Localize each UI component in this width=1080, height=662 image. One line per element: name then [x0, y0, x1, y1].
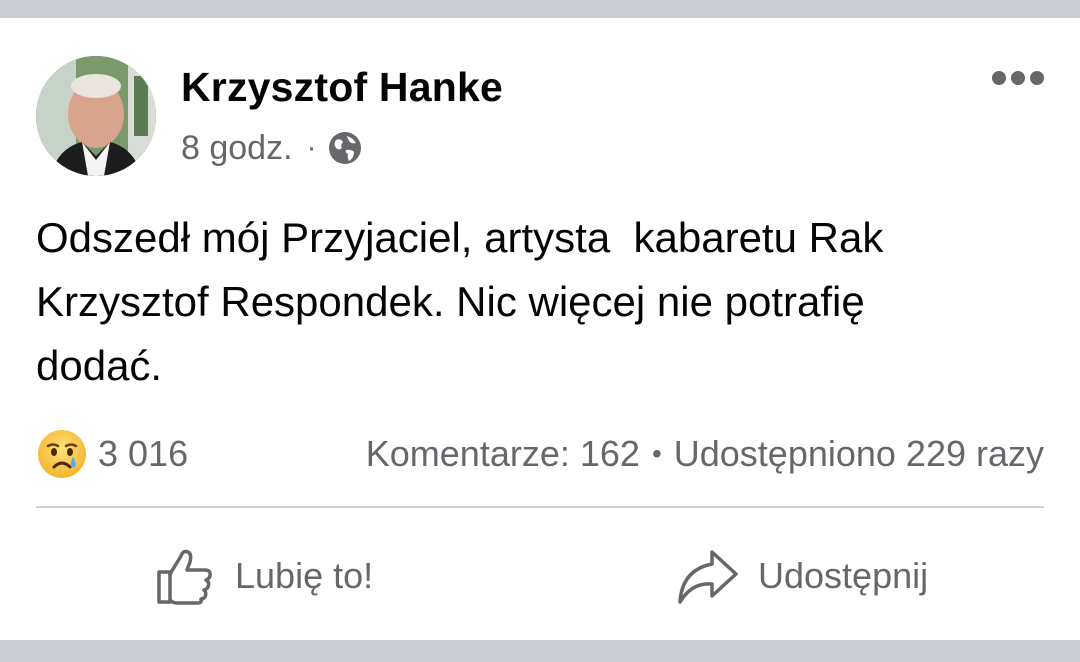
author-name[interactable]: Krzysztof Hanke — [181, 64, 503, 111]
sad-emoji-icon — [38, 430, 86, 478]
more-dot — [992, 71, 1006, 85]
reactions-count: 3 016 — [98, 433, 189, 474]
globe-icon[interactable] — [327, 130, 363, 166]
shares-count[interactable]: Udostępniono 229 razy — [674, 433, 1044, 475]
more-options-icon[interactable] — [992, 66, 1044, 90]
like-button[interactable]: Lubię to! — [155, 538, 373, 614]
stats-separator: • — [651, 438, 662, 469]
share-label: Udostępnij — [758, 555, 929, 596]
share-arrow-icon — [678, 550, 738, 604]
like-label: Lubię to! — [235, 555, 374, 596]
post-meta: 8 godz. · — [181, 128, 363, 168]
post-time[interactable]: 8 godz. — [181, 129, 293, 168]
author-avatar[interactable] — [36, 56, 156, 176]
meta-separator: · — [306, 131, 317, 164]
avatar-photo — [36, 56, 156, 176]
share-button[interactable]: Udostępnij — [676, 538, 928, 614]
post-stats: Komentarze: 162 • Udostępniono 229 razy — [366, 426, 1044, 482]
thumbs-up-icon — [157, 549, 212, 605]
more-dot — [1030, 71, 1044, 85]
actions-divider — [36, 506, 1044, 508]
more-dot — [1011, 71, 1025, 85]
comments-count[interactable]: Komentarze: 162 — [366, 433, 640, 475]
post-card: Krzysztof Hanke 8 godz. · Odszedł mój Pr… — [0, 18, 1080, 640]
post-text: Odszedł mój Przyjaciel, artysta kabaretu… — [36, 214, 884, 389]
reactions-summary[interactable]: 3 016 — [36, 426, 188, 482]
